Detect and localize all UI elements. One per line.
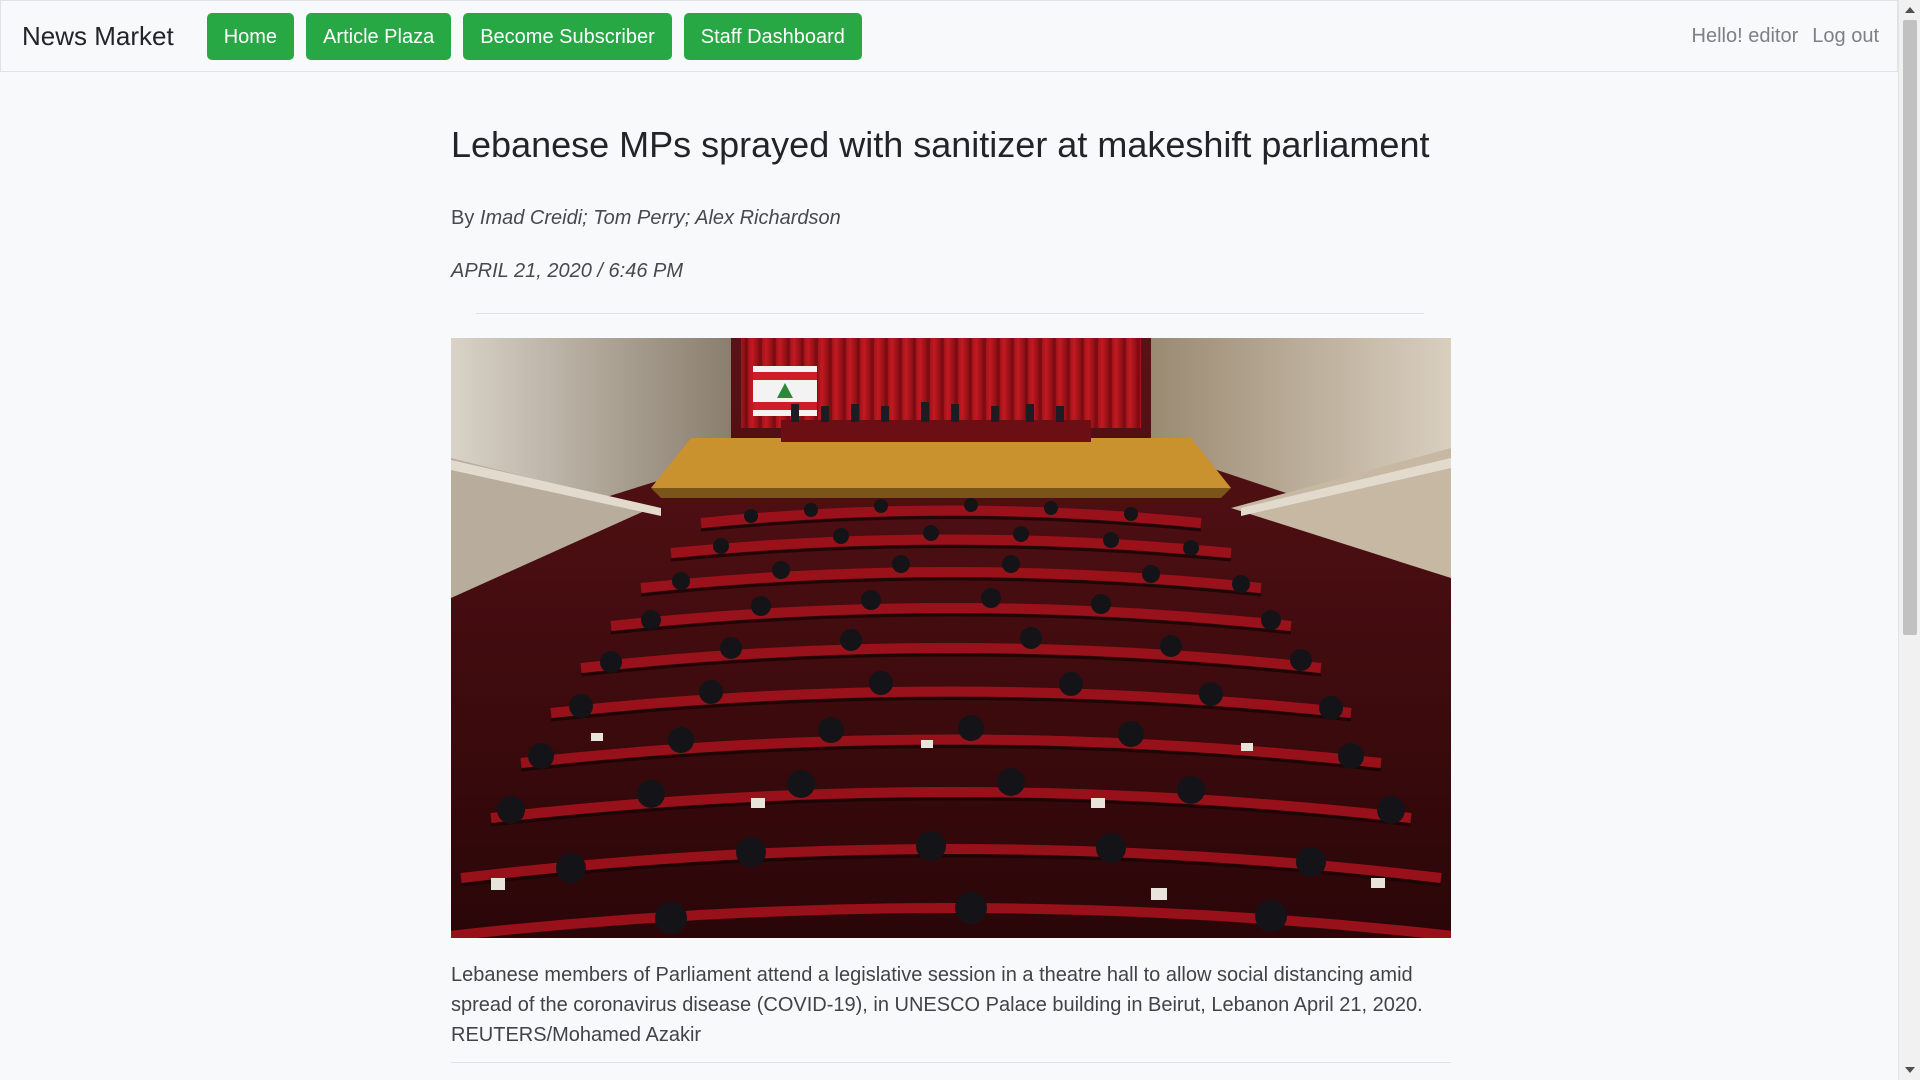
- article-container: Lebanese MPs sprayed with sanitizer at m…: [451, 72, 1451, 1063]
- article-byline: By Imad Creidi; Tom Perry; Alex Richards…: [451, 207, 1451, 230]
- photo-caption: Lebanese members of Parliament attend a …: [451, 964, 1423, 1046]
- article-dateline: APRIL 21, 2020 / 6:46 PM: [451, 260, 684, 282]
- scroll-up-arrow-icon[interactable]: [1899, 0, 1920, 20]
- header-divider: [476, 313, 1424, 314]
- nav-become-subscriber-button[interactable]: Become Subscriber: [463, 12, 672, 60]
- article-photo: [451, 338, 1451, 938]
- logout-link[interactable]: Log out: [1812, 25, 1879, 48]
- nav-staff-dashboard-button[interactable]: Staff Dashboard: [683, 12, 862, 60]
- nav-article-plaza-button[interactable]: Article Plaza: [306, 12, 452, 60]
- brand-link[interactable]: News Market: [22, 21, 174, 52]
- scroll-down-arrow-icon[interactable]: [1899, 1060, 1920, 1080]
- browser-viewport: News Market Home Article Plaza Become Su…: [0, 0, 1920, 1080]
- article-headline: Lebanese MPs sprayed with sanitizer at m…: [451, 124, 1430, 165]
- user-area: Hello! editor Log out: [1692, 25, 1879, 48]
- top-navbar: News Market Home Article Plaza Become Su…: [0, 0, 1898, 72]
- nav-home-button[interactable]: Home: [206, 12, 295, 60]
- page-scrollbar[interactable]: [1898, 0, 1920, 1080]
- byline-prefix: By: [451, 207, 475, 229]
- byline-authors: Imad Creidi; Tom Perry; Alex Richardson: [479, 207, 841, 229]
- caption-divider: [451, 1062, 1451, 1063]
- user-greeting: Hello! editor: [1691, 24, 1799, 47]
- scrollbar-thumb[interactable]: [1903, 20, 1917, 635]
